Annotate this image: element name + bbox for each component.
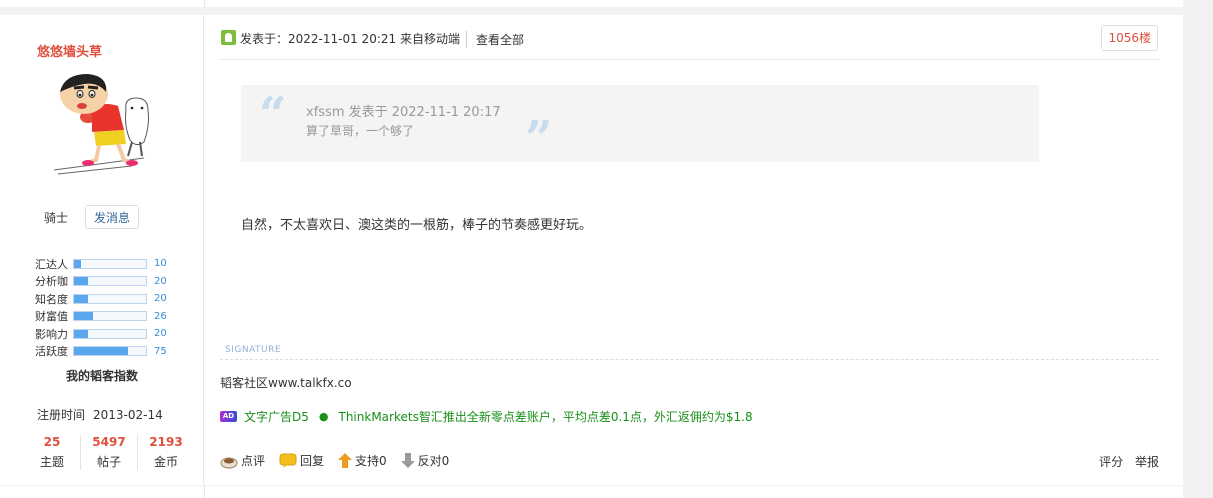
rate-button[interactable]: 点评 — [220, 452, 265, 469]
stat-label: 帖子 — [96, 455, 121, 469]
reply-label: 回复 — [300, 454, 325, 468]
stat-label: 主题 — [39, 455, 64, 469]
metric-value: 20 — [154, 293, 167, 305]
floor-number-button[interactable]: 1056楼 — [1101, 25, 1158, 51]
forum-post: 悠悠墙头草 骑士 发消息 汇达人 10 分析咖 20 知名度 20 财富值 26… — [0, 15, 1183, 485]
quote-author: xfssm 发表于 2022-11-1 20:17 — [306, 105, 501, 120]
my-index-link[interactable]: 我的韬客指数 — [66, 367, 138, 384]
metric-value: 75 — [154, 345, 167, 357]
author-metrics: 汇达人 10 分析咖 20 知名度 20 财富值 26 影响力 20 活跃度 7… — [35, 255, 167, 360]
column-divider — [204, 0, 205, 7]
comment-cup-icon — [220, 457, 238, 468]
metric-value: 26 — [154, 310, 167, 322]
arrow-up-icon — [338, 453, 353, 468]
post-admin-actions: 评分 举报 — [1091, 453, 1159, 470]
metric-bar — [73, 311, 147, 322]
open-quote-icon: “ — [259, 87, 287, 143]
author-sidebar: 悠悠墙头草 骑士 发消息 汇达人 10 分析咖 20 知名度 20 财富值 26… — [0, 15, 204, 485]
metric-row: 影响力 20 — [35, 325, 167, 343]
metric-row: 知名度 20 — [35, 290, 167, 308]
post-actions: 点评 回复 支持0 反对0 — [220, 452, 463, 469]
post-info-bar: 发表于：2022-11-01 20:21 来自移动端 查看全部 1056楼 — [220, 25, 1159, 60]
close-quote-icon: ” — [525, 111, 553, 167]
metric-value: 20 — [154, 275, 167, 287]
report-link[interactable]: 举报 — [1135, 455, 1159, 469]
next-post-strip — [0, 486, 1183, 498]
metric-bar — [73, 346, 147, 357]
stat-posts[interactable]: 5497 帖子 — [81, 435, 138, 470]
support-label: 支持0 — [355, 454, 387, 468]
metric-fill — [74, 259, 82, 268]
signature-title: SIGNATURE — [225, 345, 282, 355]
reply-bubble-icon — [279, 453, 297, 468]
oppose-label: 反对0 — [417, 454, 450, 468]
ad-icon: AD — [220, 411, 237, 422]
stat-threads[interactable]: 25 主题 — [24, 435, 81, 470]
stat-number: 2193 — [149, 435, 183, 449]
score-link[interactable]: 评分 — [1099, 455, 1123, 469]
metric-value: 10 — [154, 258, 167, 270]
metric-fill — [74, 329, 89, 338]
reply-button[interactable]: 回复 — [279, 452, 324, 469]
text-ad: AD 文字广告D5 ● ThinkMarkets智汇推出全新零点差账户，平均点差… — [220, 408, 753, 425]
registration-label: 注册时间 — [37, 408, 86, 422]
author-name-link[interactable]: 悠悠墙头草 — [37, 41, 102, 60]
registration-date: 2013-02-14 — [93, 408, 163, 422]
previous-post-strip — [0, 0, 1183, 7]
metric-row: 分析咖 20 — [35, 273, 167, 291]
post-content: 自然，不太喜欢日、澳这类的一根筋，棒子的节奏感更好玩。 — [241, 218, 593, 233]
author-rank: 骑士 — [44, 211, 69, 225]
ad-label-link[interactable]: 文字广告D5 — [244, 408, 309, 425]
support-button[interactable]: 支持0 — [338, 452, 387, 469]
metric-fill — [74, 312, 93, 321]
post-main: 发表于：2022-11-01 20:21 来自移动端 查看全部 1056楼 “ … — [220, 15, 1160, 485]
rate-label: 点评 — [241, 454, 266, 468]
oppose-button[interactable]: 反对0 — [400, 452, 450, 469]
metric-fill — [74, 277, 89, 286]
author-avatar[interactable] — [44, 70, 164, 180]
registration-info: 注册时间 2013-02-14 — [37, 406, 163, 423]
stat-label: 金币 — [153, 455, 178, 469]
signature-text: 韬客社区www.talkfx.co — [220, 376, 352, 390]
stat-coins[interactable]: 2193 金币 — [138, 435, 194, 470]
ad-text-link[interactable]: ThinkMarkets智汇推出全新零点差账户，平均点差0.1点，外汇返佣约为$… — [339, 408, 753, 425]
column-divider — [204, 486, 205, 498]
signature-divider — [220, 359, 1159, 360]
stat-number: 5497 — [92, 435, 126, 449]
post-time: 发表于：2022-11-01 20:21 来自移动端 — [240, 32, 460, 46]
metric-row: 活跃度 75 — [35, 343, 167, 361]
metric-label: 汇达人 — [35, 257, 68, 271]
metric-row: 汇达人 10 — [35, 255, 167, 273]
metric-bar — [73, 258, 147, 269]
metric-label: 活跃度 — [35, 345, 68, 359]
metric-bar — [73, 293, 147, 304]
metric-label: 分析咖 — [35, 275, 68, 289]
metric-fill — [74, 347, 128, 356]
quote-text: 算了草哥，一个够了 — [306, 124, 415, 138]
send-message-button[interactable]: 发消息 — [85, 205, 139, 229]
metric-value: 20 — [154, 328, 167, 340]
metric-row: 财富值 26 — [35, 308, 167, 326]
quote-block: “ xfssm 发表于 2022-11-1 20:17 算了草哥，一个够了 ” — [241, 85, 1039, 167]
stat-number: 25 — [43, 435, 61, 449]
metric-label: 影响力 — [35, 327, 68, 341]
metric-label: 知名度 — [35, 292, 68, 306]
metric-label: 财富值 — [35, 310, 68, 324]
arrow-down-icon — [400, 453, 415, 468]
view-all-link[interactable]: 查看全部 — [466, 31, 524, 48]
metric-bar — [73, 276, 147, 287]
online-user-icon — [221, 30, 236, 45]
metric-fill — [74, 294, 89, 303]
metric-bar — [73, 328, 147, 339]
author-stats: 25 主题 5497 帖子 2193 金币 — [24, 435, 194, 470]
ad-dot-icon: ● — [318, 410, 329, 423]
